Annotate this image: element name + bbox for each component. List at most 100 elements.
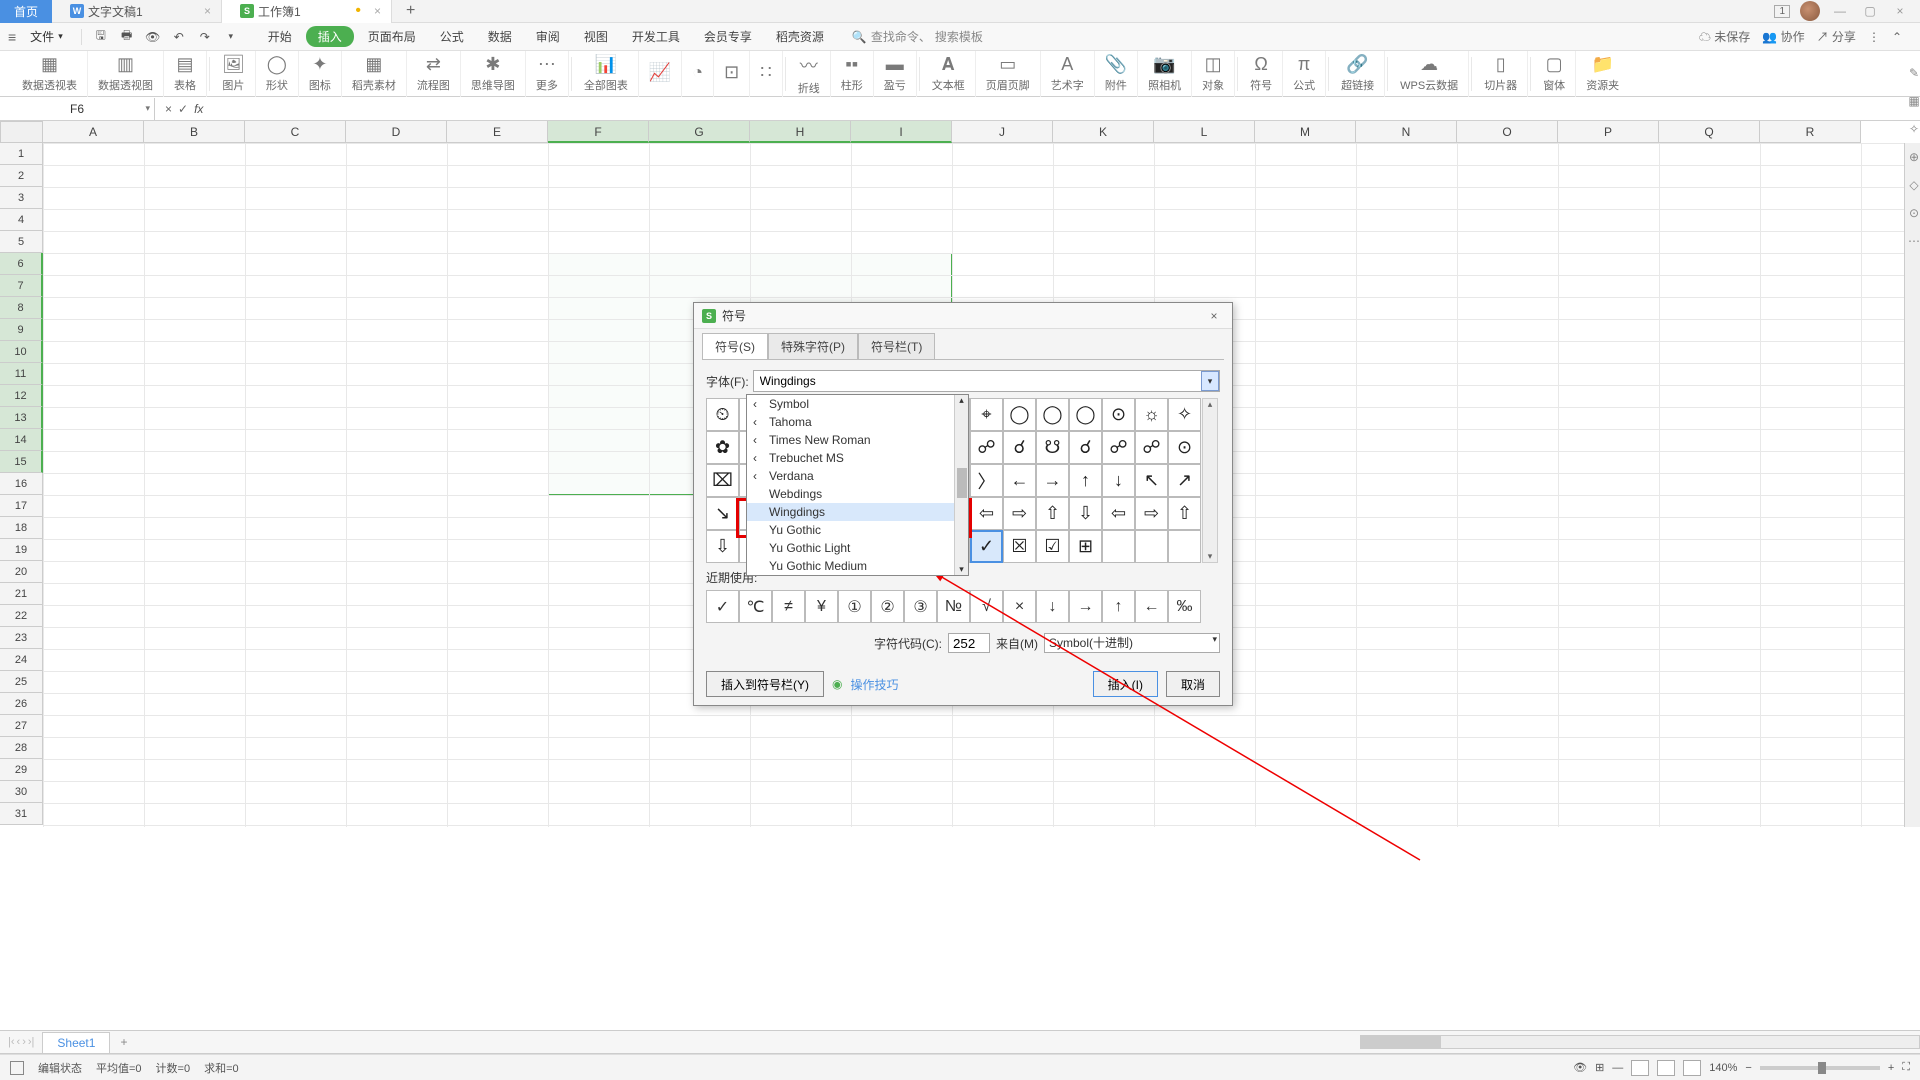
symbol-cell[interactable]: ✓ (970, 530, 1003, 563)
tab-insert[interactable]: 插入 (306, 26, 354, 47)
file-menu[interactable]: 文件▾ (20, 25, 73, 48)
font-option[interactable]: Webdings (747, 485, 968, 503)
qat-redo-icon[interactable]: ↷ (194, 26, 216, 48)
hamburger-icon[interactable]: ≡ (8, 29, 16, 45)
btn-allchart[interactable]: 📊全部图表 (574, 51, 639, 97)
nav-last-icon[interactable]: ›| (28, 1036, 35, 1048)
row-header[interactable]: 21 (0, 583, 43, 605)
close-window-icon[interactable]: × (1890, 4, 1910, 18)
row-header[interactable]: 24 (0, 649, 43, 671)
symbol-cell[interactable]: ✿ (706, 431, 739, 464)
font-option[interactable]: Yu Gothic Light (747, 539, 968, 557)
recent-symbol[interactable]: ≠ (772, 590, 805, 623)
column-header[interactable]: P (1558, 121, 1659, 143)
symbol-cell[interactable]: ↗ (1168, 464, 1201, 497)
btn-slicer[interactable]: ▯切片器 (1474, 51, 1528, 97)
column-header[interactable]: E (447, 121, 548, 143)
fullscreen-icon[interactable]: ⛶ (1902, 1061, 1910, 1074)
side-icon[interactable]: ▦ (1908, 94, 1919, 108)
btn-chart-2[interactable]: ◔ (682, 51, 714, 97)
row-header[interactable]: 6 (0, 253, 43, 275)
symbol-cell[interactable]: ⊞ (1069, 530, 1102, 563)
btn-attach[interactable]: 📎附件 (1095, 51, 1138, 97)
symbol-cell[interactable]: ⇨ (1135, 497, 1168, 530)
recent-symbol[interactable]: × (1003, 590, 1036, 623)
btn-textbox[interactable]: 𝐀文本框 (922, 51, 976, 97)
symbol-cell[interactable]: ↑ (1069, 464, 1102, 497)
view-normal[interactable] (1631, 1060, 1649, 1076)
tab-vip[interactable]: 会员专享 (694, 25, 762, 48)
tab-start[interactable]: 开始 (258, 25, 302, 48)
symbol-cell[interactable]: ⏲ (706, 398, 739, 431)
font-option[interactable]: ‹Tahoma (747, 413, 968, 431)
row-header[interactable]: 25 (0, 671, 43, 693)
column-header[interactable]: B (144, 121, 245, 143)
row-header[interactable]: 3 (0, 187, 43, 209)
column-header[interactable]: N (1356, 121, 1457, 143)
close-icon[interactable]: × (374, 4, 381, 18)
row-header[interactable]: 22 (0, 605, 43, 627)
symbol-cell[interactable]: ⌧ (706, 464, 739, 497)
recent-symbol[interactable]: ↓ (1036, 590, 1069, 623)
column-header[interactable]: D (346, 121, 447, 143)
nav-next-icon[interactable]: › (22, 1036, 26, 1048)
symbol-cell[interactable]: ↖ (1135, 464, 1168, 497)
dialog-titlebar[interactable]: S 符号 × (694, 303, 1232, 329)
fx-icon[interactable]: fx (194, 102, 203, 116)
btn-asset[interactable]: ▦稻壳素材 (342, 51, 407, 97)
font-option[interactable]: Yu Gothic (747, 521, 968, 539)
font-option[interactable]: ‹Times New Roman (747, 431, 968, 449)
collapse-icon[interactable]: ⌃ (1892, 30, 1902, 44)
row-header[interactable]: 28 (0, 737, 43, 759)
btn-wordart[interactable]: A艺术字 (1041, 51, 1095, 97)
symbol-cell[interactable]: → (1036, 464, 1069, 497)
symbol-cell[interactable]: ☑ (1036, 530, 1069, 563)
row-header[interactable]: 20 (0, 561, 43, 583)
btn-more[interactable]: ⋯更多 (526, 51, 569, 97)
side-icon[interactable]: ⊕ (1909, 150, 1919, 164)
row-header[interactable]: 14 (0, 429, 43, 451)
qat-print-icon[interactable]: 🖶 (116, 26, 138, 48)
zoom-in-icon[interactable]: + (1888, 1062, 1894, 1074)
symbol-cell[interactable]: ↘ (706, 497, 739, 530)
recent-symbol[interactable]: ② (871, 590, 904, 623)
side-icon[interactable]: ◇ (1909, 178, 1918, 192)
row-header[interactable]: 7 (0, 275, 43, 297)
column-header[interactable]: F (548, 121, 649, 143)
cancel-icon[interactable]: × (165, 102, 172, 116)
sheet-tab[interactable]: Sheet1 (42, 1032, 110, 1053)
recent-symbol[interactable]: √ (970, 590, 1003, 623)
btn-equation[interactable]: π公式 (1283, 51, 1326, 97)
insert-to-bar-button[interactable]: 插入到符号栏(Y) (706, 671, 824, 697)
symbol-cell[interactable]: ⇦ (970, 497, 1003, 530)
row-header[interactable]: 4 (0, 209, 43, 231)
select-all-corner[interactable] (0, 121, 43, 143)
share-button[interactable]: ↗ 分享 (1817, 28, 1856, 45)
column-header[interactable]: R (1760, 121, 1861, 143)
row-header[interactable]: 17 (0, 495, 43, 517)
btn-resfolder[interactable]: 📁资源夹 (1576, 51, 1629, 97)
tab-data[interactable]: 数据 (478, 25, 522, 48)
tab-formula[interactable]: 公式 (430, 25, 474, 48)
font-option[interactable]: ‹Symbol (747, 395, 968, 413)
column-header[interactable]: Q (1659, 121, 1760, 143)
font-input[interactable] (753, 370, 1220, 392)
recent-symbol[interactable]: → (1069, 590, 1102, 623)
from-select[interactable]: Symbol(十进制) ▾ (1044, 633, 1220, 653)
row-header[interactable]: 27 (0, 715, 43, 737)
row-header[interactable]: 26 (0, 693, 43, 715)
symbol-cell[interactable]: ⇦ (1102, 497, 1135, 530)
symbol-scrollbar[interactable]: ▴▾ (1202, 398, 1218, 563)
column-header[interactable]: I (851, 121, 952, 143)
symbol-cell[interactable] (1102, 530, 1135, 563)
tab-view[interactable]: 视图 (574, 25, 618, 48)
symbol-cell[interactable] (1135, 530, 1168, 563)
unsaved-status[interactable]: ☁ 未保存 (1699, 28, 1750, 45)
symbol-cell[interactable]: ✧ (1168, 398, 1201, 431)
nav-first-icon[interactable]: |‹ (8, 1036, 15, 1048)
btn-object[interactable]: ◫对象 (1192, 51, 1235, 97)
row-header[interactable]: 16 (0, 473, 43, 495)
coop-button[interactable]: 👥 协作 (1762, 28, 1804, 45)
column-header[interactable]: M (1255, 121, 1356, 143)
symbol-cell[interactable]: ⊙ (1102, 398, 1135, 431)
